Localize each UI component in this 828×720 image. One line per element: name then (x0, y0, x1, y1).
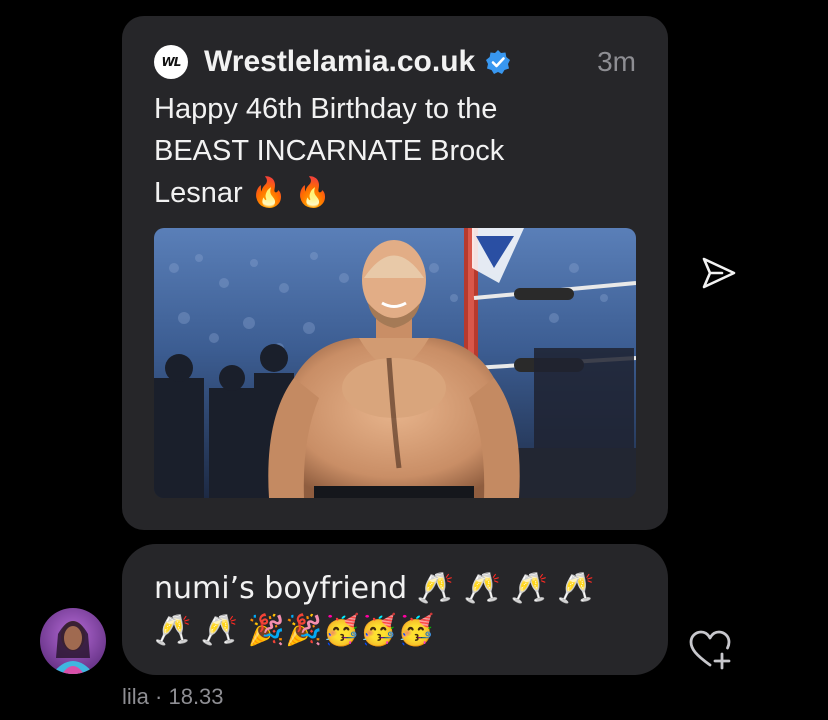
message-bubble[interactable]: numi’s boyfriend 🥂 🥂 🥂 🥂 🥂 🥂 🎉🎉🥳🥳🥳 (122, 544, 668, 675)
post-caption: Happy 46th Birthday to the BEAST INCARNA… (154, 93, 505, 209)
message-text: numi’s boyfriend 🥂 🥂 🥂 🥂 🥂 🥂 🎉🎉🥳🥳🥳 (154, 571, 595, 648)
sender-avatar[interactable] (40, 608, 106, 674)
post-image[interactable] (154, 228, 636, 498)
post-header: WL Wrestlelamia.co.uk 3m (154, 44, 636, 80)
verified-badge-icon (486, 50, 511, 74)
sender-meta: lila · 18.33 (122, 684, 224, 710)
sender-name[interactable]: lila (122, 684, 149, 709)
site-name[interactable]: Wrestlelamia.co.uk (204, 45, 475, 79)
post-timestamp: 3m (597, 46, 636, 77)
send-icon[interactable] (700, 254, 738, 292)
heart-add-icon[interactable] (688, 630, 732, 670)
message-time: · 18.33 (155, 684, 224, 709)
site-logo[interactable]: WL (154, 45, 188, 79)
shared-post-card[interactable]: WL Wrestlelamia.co.uk 3m Happy 46th Birt… (122, 16, 668, 530)
